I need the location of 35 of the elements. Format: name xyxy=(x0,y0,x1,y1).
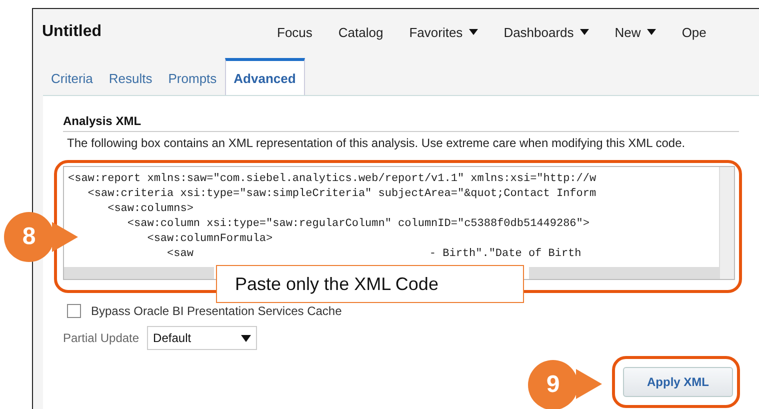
menu-item[interactable]: Ope xyxy=(682,24,706,40)
code-line: <saw:columnFormula> xyxy=(146,232,273,247)
code-line: <saw:criteria xsi:type="saw:simpleCriteria" subjectArea="&quot;Contact Inform xyxy=(86,187,596,202)
callout-note: Paste only the XML Code xyxy=(216,265,524,303)
caret-icon xyxy=(580,29,589,35)
description-text: The following box contains an XML representation of this analysis. Use extreme care when modifying this XML code. xyxy=(67,136,686,150)
tab[interactable]: Advanced xyxy=(224,58,305,95)
tab[interactable]: Results xyxy=(100,58,160,95)
caret-icon xyxy=(646,29,656,35)
tab[interactable]: Prompts xyxy=(160,58,225,95)
menu-item[interactable]: Catalog xyxy=(338,24,384,40)
menu-item[interactable]: Favorites xyxy=(409,24,478,40)
field-label: Partial Update xyxy=(63,331,140,345)
pointer-icon xyxy=(52,222,78,252)
checkbox-label: Bypass Oracle BI Presentation Services Cache xyxy=(91,304,342,318)
horizontal-scrollbar[interactable] xyxy=(529,267,720,279)
pointer-icon xyxy=(576,369,602,399)
menu-item[interactable]: New xyxy=(614,24,656,40)
code-line: <saw xyxy=(166,247,194,262)
checkbox[interactable] xyxy=(67,304,81,318)
menu-item[interactable]: Focus xyxy=(277,24,312,40)
caret-icon xyxy=(241,334,252,342)
code-line: - Birth"."Date of Birth xyxy=(429,247,582,262)
caret-icon xyxy=(468,29,478,35)
vertical-scrollbar[interactable] xyxy=(719,167,734,279)
partial-update-dropdown[interactable]: Default xyxy=(147,326,258,350)
code-line: <saw:report xmlns:saw="com.siebel.analytics.web/report/v1.1" xmlns:xsi="http://w xyxy=(68,172,596,187)
horizontal-scrollbar[interactable] xyxy=(64,267,214,279)
code-line: <saw:columns> xyxy=(106,202,194,217)
apply-xml-button[interactable]: Apply XML xyxy=(623,367,733,397)
menu-item[interactable]: Dashboards xyxy=(504,24,589,40)
section-title: Analysis XML xyxy=(63,114,739,132)
tab[interactable]: Criteria xyxy=(43,58,101,95)
code-line: <saw:column xsi:type="saw:regularColumn" columnID="c5388f0db51449286"> xyxy=(126,217,590,232)
window-title: Untitled xyxy=(42,23,103,41)
